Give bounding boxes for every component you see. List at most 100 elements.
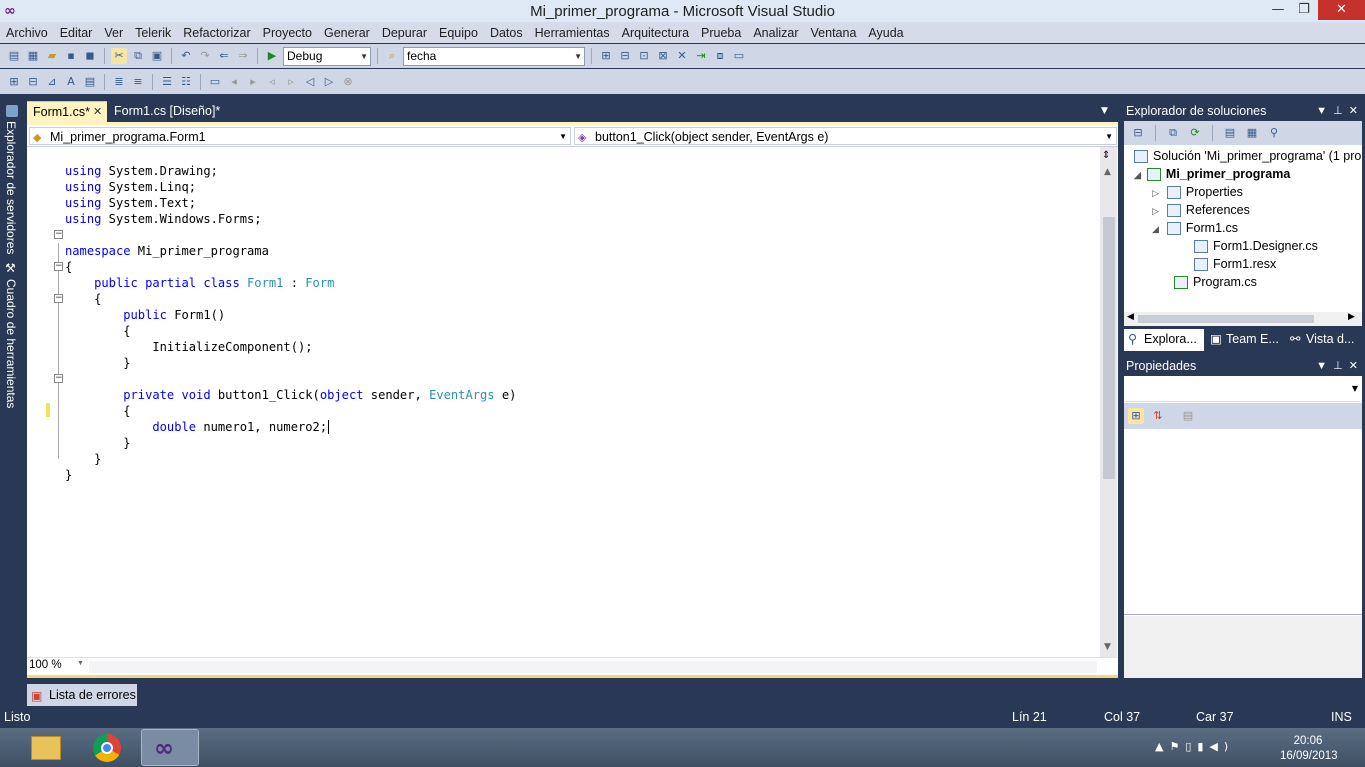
tools-icon[interactable]: ✕ bbox=[674, 48, 690, 64]
quick-info-icon[interactable]: ⊿ bbox=[44, 74, 60, 90]
menu-depurar[interactable]: Depurar bbox=[376, 26, 433, 40]
tab-team-explorer[interactable]: ▣ Team E... bbox=[1204, 329, 1284, 351]
find-combo[interactable]: fecha ▼ bbox=[403, 46, 585, 66]
extension-manager-icon[interactable]: ⧈ bbox=[712, 48, 728, 64]
menu-archivo[interactable]: Archivo bbox=[0, 26, 54, 40]
scroll-right-icon[interactable]: ▶ bbox=[1348, 312, 1355, 322]
server-explorer-tab[interactable]: Explorador de servidores bbox=[4, 121, 18, 254]
tab-form1-design[interactable]: Form1.cs [Diseño]* bbox=[108, 101, 232, 123]
tree-references[interactable]: ▷ References bbox=[1152, 201, 1250, 219]
find-in-files-icon[interactable]: ⌕ bbox=[384, 48, 400, 64]
scroll-left-icon[interactable]: ◀ bbox=[1127, 312, 1134, 322]
property-pages-icon[interactable]: ▤ bbox=[1180, 408, 1196, 424]
properties-window-icon[interactable]: ⊟ bbox=[617, 48, 633, 64]
categorized-icon[interactable]: ⊞ bbox=[1128, 408, 1144, 424]
menu-telerik[interactable]: Telerik bbox=[129, 26, 177, 40]
tree-solution[interactable]: Solución 'Mi_primer_programa' (1 pro bbox=[1134, 147, 1361, 165]
show-all-files-icon[interactable]: ⧉ bbox=[1165, 125, 1181, 141]
previous-bookmark-doc-icon[interactable]: ◁ bbox=[302, 74, 318, 90]
clock[interactable]: 20:06 16/09/2013 bbox=[1280, 734, 1338, 764]
previous-bookmark-icon[interactable]: ◂ bbox=[226, 74, 242, 90]
alphabetical-icon[interactable]: ⇅ bbox=[1150, 408, 1166, 424]
panel-controls[interactable]: ▼ ⊥ ✕ bbox=[1316, 356, 1358, 376]
next-bookmark-folder-icon[interactable]: ▹ bbox=[283, 74, 299, 90]
copy-icon[interactable]: ⧉ bbox=[130, 48, 146, 64]
paste-icon[interactable]: ▣ bbox=[149, 48, 165, 64]
collapse-class-icon[interactable]: − bbox=[54, 262, 63, 271]
scroll-thumb[interactable] bbox=[1103, 217, 1115, 479]
object-browser-icon[interactable]: ⊡ bbox=[636, 48, 652, 64]
save-icon[interactable]: ▪ bbox=[63, 48, 79, 64]
horizontal-scrollbar[interactable] bbox=[89, 661, 1097, 673]
chrome-taskbar-button[interactable] bbox=[79, 729, 137, 766]
view-designer-icon[interactable]: ▦ bbox=[1244, 125, 1260, 141]
start-page-icon[interactable]: ⇥ bbox=[693, 48, 709, 64]
menu-ventana[interactable]: Ventana bbox=[805, 26, 863, 40]
menu-equipo[interactable]: Equipo bbox=[433, 26, 484, 40]
tree-form1-resx[interactable]: Form1.resx bbox=[1194, 255, 1276, 273]
solution-explorer-icon[interactable]: ⊞ bbox=[598, 48, 614, 64]
redo-icon[interactable]: ↷ bbox=[197, 48, 213, 64]
file-explorer-taskbar-button[interactable] bbox=[18, 729, 74, 766]
decrease-indent-icon[interactable]: ≣ bbox=[111, 74, 127, 90]
uncomment-icon[interactable]: ☷ bbox=[178, 74, 194, 90]
tab-solution-explorer[interactable]: ⚲ Explora... bbox=[1124, 329, 1204, 351]
clear-bookmarks-icon[interactable]: ⊗ bbox=[340, 74, 356, 90]
cut-icon[interactable]: ✂ bbox=[111, 48, 127, 64]
menu-ver[interactable]: Ver bbox=[98, 26, 129, 40]
tree-horizontal-scrollbar[interactable]: ◀ ▶ bbox=[1124, 312, 1362, 326]
add-item-icon[interactable]: ▦ bbox=[25, 48, 41, 64]
parameter-info-icon[interactable]: ⊟ bbox=[25, 74, 41, 90]
open-file-icon[interactable]: ▰ bbox=[44, 48, 60, 64]
member-dropdown[interactable]: ◈ button1_Click(object sender, EventArgs… bbox=[574, 127, 1117, 145]
menu-analizar[interactable]: Analizar bbox=[747, 26, 804, 40]
tree-properties[interactable]: ▷ Properties bbox=[1152, 183, 1243, 201]
panel-controls[interactable]: ▼ ⊥ ✕ bbox=[1316, 101, 1358, 121]
menu-datos[interactable]: Datos bbox=[484, 26, 529, 40]
navigate-back-icon[interactable]: ⇐ bbox=[216, 48, 232, 64]
undo-icon[interactable]: ↶ bbox=[178, 48, 194, 64]
restore-button[interactable]: ❐ bbox=[1292, 0, 1316, 20]
zoom-combo[interactable]: 100 % ▼ bbox=[29, 659, 85, 674]
tree-program-cs[interactable]: Program.cs bbox=[1174, 273, 1257, 291]
menu-herramientas[interactable]: Herramientas bbox=[529, 26, 616, 40]
menu-generar[interactable]: Generar bbox=[318, 26, 376, 40]
scroll-down-icon[interactable]: ▼ bbox=[1104, 642, 1111, 652]
menu-proyecto[interactable]: Proyecto bbox=[257, 26, 318, 40]
minimize-button[interactable]: — bbox=[1266, 0, 1290, 20]
display-word-icon[interactable]: ▤ bbox=[82, 74, 98, 90]
navigate-forward-icon[interactable]: ⇒ bbox=[235, 48, 251, 64]
error-list-tab[interactable]: ▣ Lista de errores bbox=[27, 684, 137, 706]
command-window-icon[interactable]: ▭ bbox=[731, 48, 747, 64]
menu-prueba[interactable]: Prueba bbox=[695, 26, 747, 40]
bookmark-icon[interactable]: ▭ bbox=[207, 74, 223, 90]
new-project-icon[interactable]: ▤ bbox=[6, 48, 22, 64]
visual-studio-taskbar-button[interactable]: ∞ bbox=[141, 729, 199, 766]
close-button[interactable]: ✕ bbox=[1318, 0, 1365, 20]
comment-out-icon[interactable]: ☰ bbox=[159, 74, 175, 90]
increase-indent-icon[interactable]: ≡ bbox=[130, 74, 146, 90]
menu-editar[interactable]: Editar bbox=[54, 26, 99, 40]
system-tray-icons[interactable]: ▲⚑▯▮◀) bbox=[1155, 740, 1234, 753]
scroll-up-icon[interactable]: ▲ bbox=[1104, 167, 1111, 177]
complete-word-icon[interactable]: A bbox=[63, 74, 79, 90]
toolbox-icon[interactable]: ⊠ bbox=[655, 48, 671, 64]
code-editor[interactable]: − − − − using System.Drawing; using Syste… bbox=[27, 147, 1118, 657]
scroll-thumb[interactable] bbox=[1138, 315, 1314, 323]
tab-overflow-chevron-icon[interactable]: ▼ bbox=[1101, 106, 1108, 116]
collapse-method-icon[interactable]: − bbox=[54, 374, 63, 383]
collapse-namespace-icon[interactable]: − bbox=[54, 230, 63, 239]
class-diagram-icon[interactable]: ⚲ bbox=[1266, 125, 1282, 141]
tree-form1-cs[interactable]: ◢ Form1.cs bbox=[1152, 219, 1238, 237]
solution-configuration-select[interactable]: Debug ▼ bbox=[283, 46, 371, 66]
split-handle-icon[interactable]: ⇕ bbox=[1102, 150, 1110, 161]
editor-vertical-scrollbar[interactable]: ⇕ ▲ ▼ bbox=[1100, 147, 1117, 657]
tree-form1-designer[interactable]: Form1.Designer.cs bbox=[1194, 237, 1318, 255]
next-bookmark-doc-icon[interactable]: ▷ bbox=[321, 74, 337, 90]
previous-bookmark-folder-icon[interactable]: ◃ bbox=[264, 74, 280, 90]
class-dropdown[interactable]: ◆ Mi_primer_programa.Form1 ▼ bbox=[29, 127, 571, 145]
collapse-all-icon[interactable]: ⊟ bbox=[1130, 125, 1146, 141]
save-all-icon[interactable]: ◼ bbox=[82, 48, 98, 64]
menu-refactorizar[interactable]: Refactorizar bbox=[177, 26, 256, 40]
toolbox-tab[interactable]: Cuadro de herramientas bbox=[4, 279, 18, 408]
